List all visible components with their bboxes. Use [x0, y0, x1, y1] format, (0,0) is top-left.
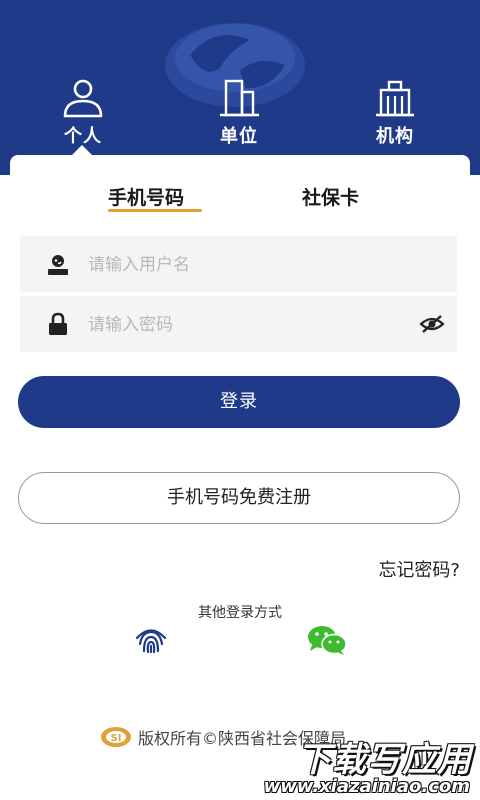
password-input[interactable] [86, 296, 420, 354]
username-field [20, 236, 457, 294]
watermark: 下载写应用 www.xiazainiao.com [264, 732, 480, 800]
tab-institution-label: 机构 [376, 126, 414, 147]
institution-icon [376, 80, 414, 117]
tab-personal[interactable]: 个人 [33, 78, 133, 148]
wechat-icon[interactable] [306, 624, 348, 656]
building-icon [220, 79, 259, 117]
password-field [20, 296, 457, 354]
tab-social-card-login[interactable]: 社保卡 [302, 183, 359, 210]
tab-unit-label: 单位 [220, 126, 258, 147]
user-icon [48, 255, 68, 275]
fingerprint-icon[interactable] [134, 624, 168, 654]
active-tab-underline [108, 209, 202, 212]
person-icon [63, 79, 103, 118]
eye-slash-icon[interactable] [419, 312, 445, 336]
lock-icon [49, 312, 67, 335]
selected-tab-pointer [70, 145, 94, 157]
watermark-sub: www.xiazainiao.com [263, 776, 470, 797]
tab-institution[interactable]: 机构 [345, 78, 445, 148]
other-login-title: 其他登录方式 [198, 605, 282, 621]
username-input[interactable] [86, 236, 420, 294]
watermark-main: 下载写应用 [297, 740, 472, 780]
tab-phone-login[interactable]: 手机号码 [108, 183, 184, 210]
register-button[interactable]: 手机号码免费注册 [18, 472, 460, 524]
tab-unit[interactable]: 单位 [189, 78, 289, 148]
forgot-password-link[interactable]: 忘记密码? [378, 556, 460, 582]
login-button[interactable]: 登录 [18, 376, 460, 428]
social-insurance-logo-icon: SI [101, 727, 131, 747]
svg-text:SI: SI [111, 733, 122, 744]
